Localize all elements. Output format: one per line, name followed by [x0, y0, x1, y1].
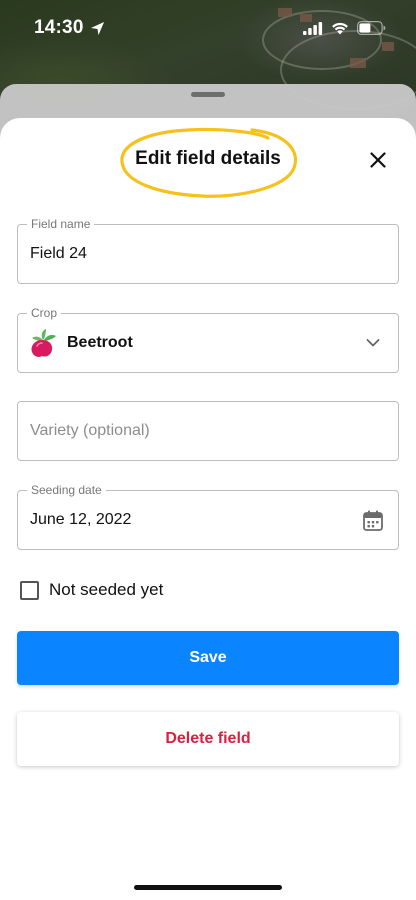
home-indicator [134, 885, 282, 890]
crop-value: Beetroot [67, 334, 133, 351]
seeding-date-value: June 12, 2022 [30, 511, 132, 528]
cellular-signal-icon [303, 21, 323, 35]
field-name-value: Field 24 [30, 245, 87, 262]
chevron-down-icon [366, 339, 380, 347]
status-right [303, 21, 386, 35]
map-building [350, 58, 366, 68]
field-name-label: Field name [27, 217, 95, 231]
seeding-date-input[interactable]: Seeding date June 12, 2022 [17, 483, 399, 550]
crop-label: Crop [27, 306, 62, 320]
wifi-icon [332, 22, 348, 34]
close-button[interactable] [364, 146, 392, 174]
battery-icon [357, 21, 386, 35]
crop-select[interactable]: Crop Beetroot [17, 306, 399, 373]
status-bar: 14:30 [0, 0, 416, 56]
edit-field-sheet: Edit field details Field name Field 24 C… [0, 118, 416, 900]
calendar-icon[interactable] [363, 510, 383, 531]
status-left: 14:30 [34, 17, 105, 39]
close-icon [370, 152, 386, 168]
variety-placeholder: Variety (optional) [30, 422, 150, 439]
sheet-title: Edit field details [135, 148, 281, 169]
field-name-input[interactable]: Field name Field 24 [17, 217, 399, 284]
delete-field-button[interactable]: Delete field [17, 712, 399, 766]
location-arrow-icon [90, 21, 104, 35]
status-time: 14:30 [34, 17, 84, 38]
seeding-date-label: Seeding date [27, 483, 106, 497]
beetroot-icon [31, 329, 56, 357]
sheet-header: Edit field details [0, 118, 416, 202]
sheet-grabber[interactable] [191, 92, 225, 97]
variety-input[interactable]: Variety (optional) [17, 401, 399, 461]
not-seeded-checkbox-row[interactable]: Not seeded yet [20, 580, 163, 600]
not-seeded-label: Not seeded yet [49, 580, 164, 599]
save-button[interactable]: Save [17, 631, 399, 685]
not-seeded-checkbox[interactable] [20, 580, 39, 600]
